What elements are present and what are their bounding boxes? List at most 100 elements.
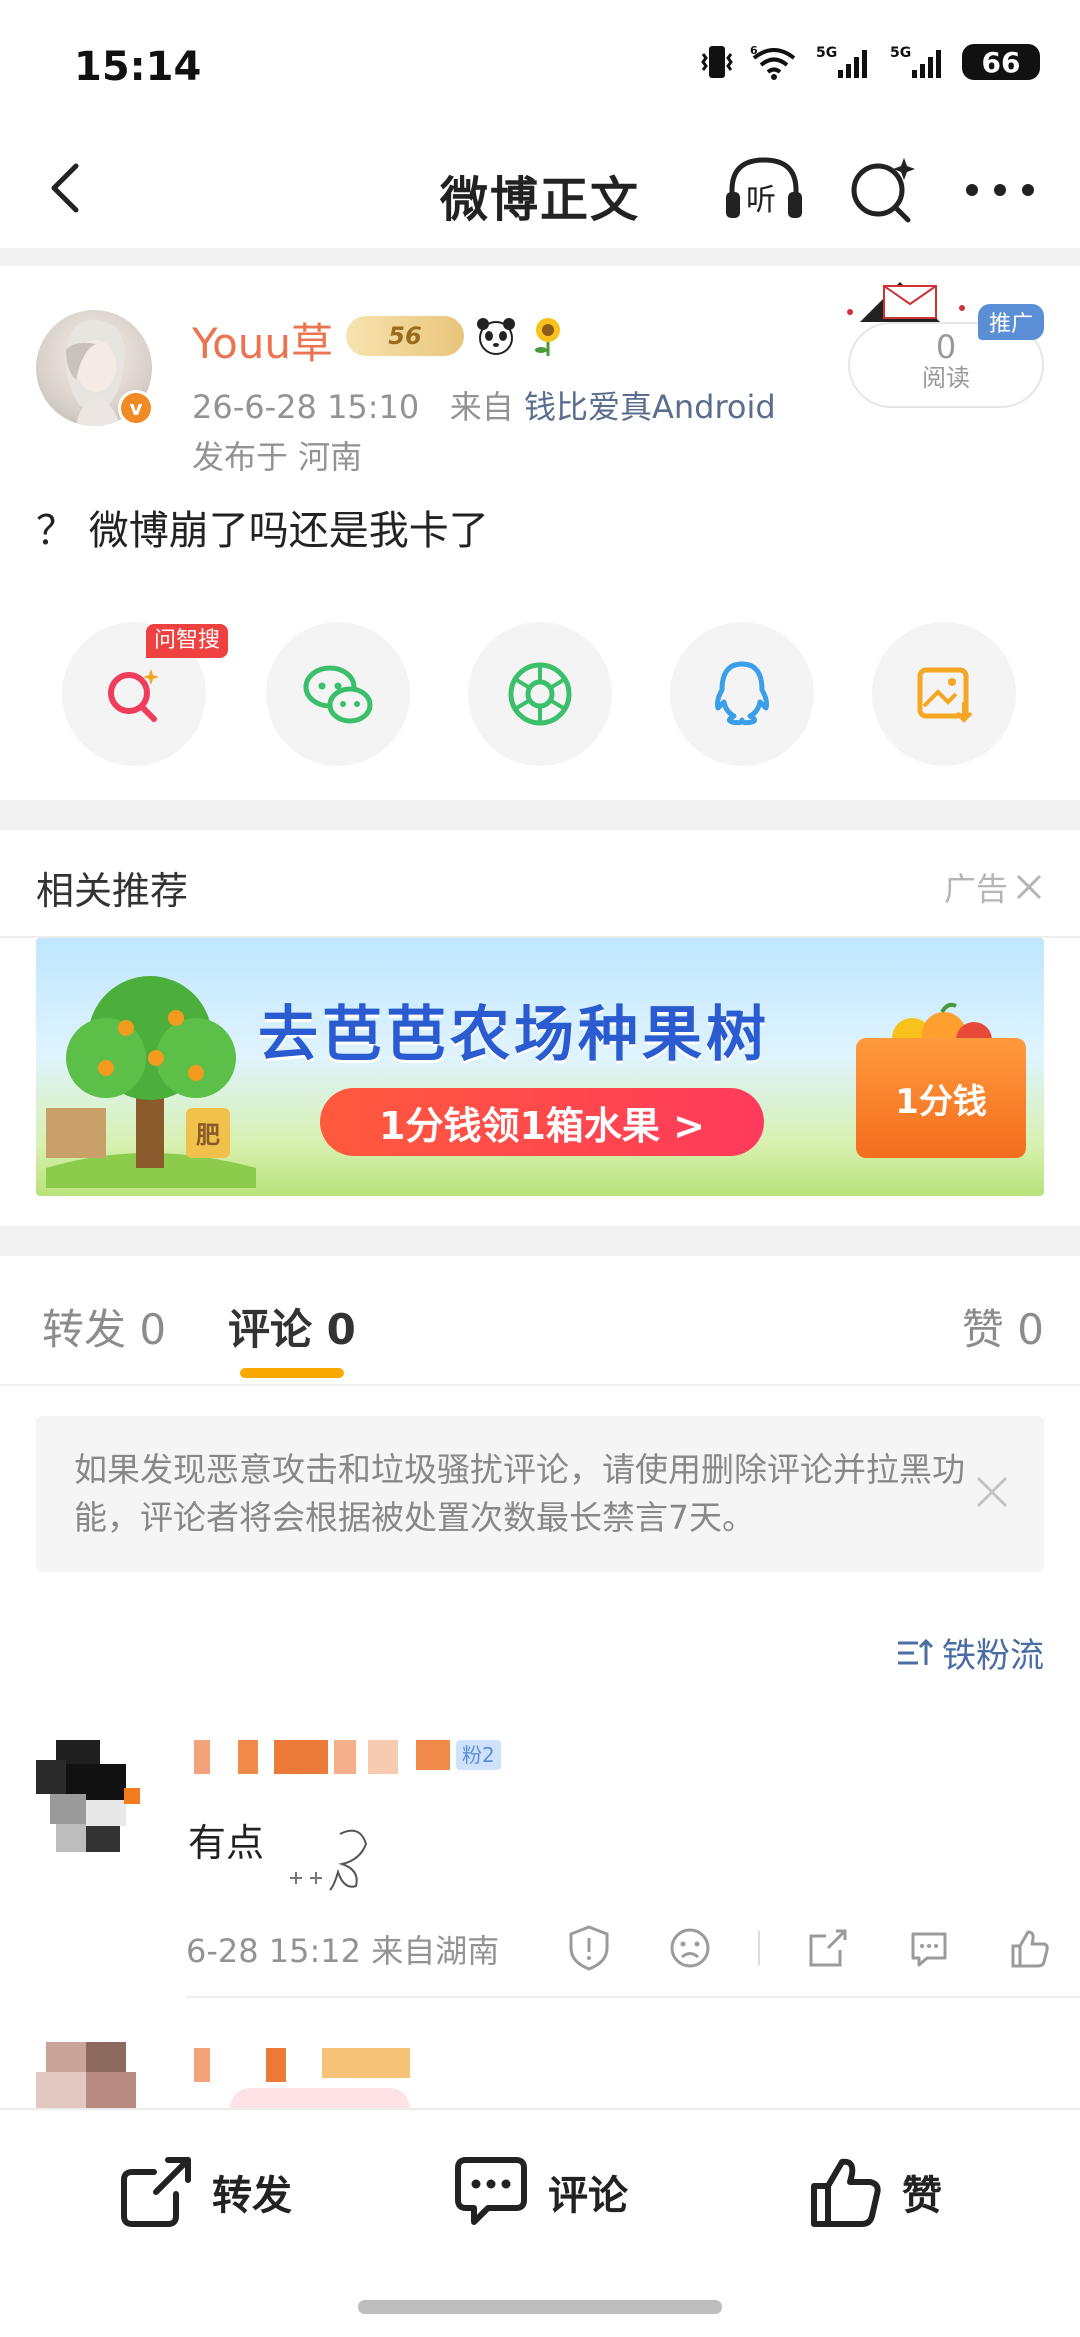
notice-text: 如果发现恶意攻击和垃圾骚扰评论，请使用删除评论并拉黑功能，评论者将会根据被处置次… <box>74 1450 965 1537</box>
frown-icon <box>670 1928 710 1968</box>
wifi-sup-text: 6 <box>750 44 758 57</box>
share-qq-button[interactable] <box>670 622 814 766</box>
status-icons: 6 5G 5G 66 <box>700 44 1040 80</box>
page-title: 微博正文 <box>439 172 640 228</box>
repost-label: 转发 <box>212 2173 292 2219</box>
comment-actions <box>556 1920 1080 1976</box>
like-button[interactable]: 赞 <box>808 2154 942 2230</box>
banner-title: 去芭芭农场种果树 <box>258 1000 770 1070</box>
shield-icon <box>569 1925 609 1971</box>
level-badge[interactable]: 56 <box>346 316 464 356</box>
share-icon <box>809 1929 847 1967</box>
read-label: 阅读 <box>922 364 970 392</box>
comment-meta: 6-28 15:12 来自湖南 <box>186 1932 500 1970</box>
banner-box: 1分钱 <box>856 1038 1026 1158</box>
nav-bar: 微博正文 听 <box>0 130 1080 248</box>
reply-button[interactable] <box>896 1920 962 1976</box>
butterfly-icon <box>290 1829 368 1891</box>
divider <box>186 1996 1080 1998</box>
comment-notice: 如果发现恶意攻击和垃圾骚扰评论，请使用删除评论并拉黑功能，评论者将会根据被处置次… <box>36 1416 1044 1572</box>
comment-icon <box>911 1932 947 1967</box>
listen-label: 听 <box>746 183 776 218</box>
comment-icon <box>455 2157 527 2225</box>
recommend-title: 相关推荐 <box>36 869 189 913</box>
tab-comment[interactable]: 评论 0 <box>228 1296 356 1357</box>
tab-underline <box>240 1368 344 1378</box>
thumbs-up-icon <box>1011 1930 1049 1968</box>
close-icon <box>1016 874 1042 900</box>
comment-item <box>0 2000 1080 2108</box>
ai-search-icon[interactable] <box>846 152 918 226</box>
verified-badge: v <box>118 390 154 426</box>
sunflower-icon <box>535 318 560 356</box>
net1-label: 5G <box>816 45 837 61</box>
tab-like[interactable]: 赞 0 <box>962 1296 1044 1357</box>
moments-icon <box>508 662 572 726</box>
battery-indicator: 66 <box>962 44 1040 80</box>
qq-icon <box>715 661 769 726</box>
sort-icon <box>898 1638 934 1665</box>
tree-icon: 肥 <box>46 976 256 1188</box>
tab-repost[interactable]: 转发 0 <box>42 1296 166 1357</box>
comment-item: 粉2 有点 6-28 15:12 来自湖南 <box>0 1720 1080 2000</box>
bottom-action-bar: 转发 评论 赞 <box>0 2108 1080 2337</box>
signal-icon: 5G <box>816 45 867 78</box>
divider <box>758 1931 760 1965</box>
status-time: 15:14 <box>74 44 202 90</box>
post-meta: 26-6-28 15:10 来自 钱比爱真Android <box>192 382 776 428</box>
dislike-button[interactable] <box>657 1920 723 1976</box>
signal-icon-2: 5G <box>890 45 941 78</box>
comment-bubble <box>230 2088 410 2108</box>
more-icon[interactable] <box>960 160 1040 220</box>
thumbs-up-icon <box>811 2158 881 2227</box>
comment-text: 有点 <box>188 1821 265 1865</box>
post-text: ？ 微博崩了吗还是我卡了 <box>36 508 489 554</box>
user-badges: 56 <box>346 314 568 358</box>
panda-icon <box>477 318 515 355</box>
decoration-icon <box>847 282 965 322</box>
post-date: 26-6-28 15:10 <box>192 388 420 426</box>
comment-share-button[interactable] <box>795 1920 861 1976</box>
sort-label: 铁粉流 <box>942 1636 1044 1676</box>
like-label: 赞 <box>902 2173 942 2219</box>
username[interactable]: Youu草 <box>192 310 333 371</box>
ad-label: 广告 <box>943 870 1008 908</box>
status-bar: 15:14 6 5G 5G 66 <box>0 0 1080 130</box>
ad-banner[interactable]: 肥 去芭芭农场种果树 1分钱领1箱水果 > 1分钱 <box>36 938 1044 1196</box>
vibrate-icon <box>701 46 733 78</box>
net2-label: 5G <box>890 45 911 61</box>
wifi-icon: 6 <box>750 44 796 80</box>
recommend-section: 相关推荐 广告 肥 去芭芭农场种果树 1分钱领1箱水果 > 1分钱 <box>0 830 1080 1226</box>
tab-bar: 转发 0 评论 0 赞 0 <box>0 1256 1080 1386</box>
promote-tag[interactable]: 推广 <box>978 304 1044 340</box>
fertilizer-label: 肥 <box>196 1121 220 1149</box>
repost-button[interactable]: 转发 <box>118 2154 292 2230</box>
avatar[interactable] <box>36 2042 148 2108</box>
ai-search-icon <box>108 669 159 722</box>
banner-cta-button[interactable]: 1分钱领1箱水果 > <box>320 1088 764 1156</box>
post-location: 发布于 河南 <box>192 438 363 476</box>
wechat-icon <box>303 665 373 724</box>
save-image-icon <box>917 667 973 723</box>
post-source[interactable]: 钱比爱真Android <box>524 388 776 426</box>
save-image-button[interactable] <box>872 622 1016 766</box>
source-prefix: 来自 <box>449 388 514 426</box>
ad-close-button[interactable]: 广告 <box>944 864 1044 910</box>
comment-username[interactable] <box>194 2048 410 2084</box>
share-icon <box>121 2157 191 2227</box>
section-gap <box>0 248 1080 266</box>
comment-button[interactable]: 评论 <box>452 2154 628 2230</box>
listen-icon[interactable]: 听 <box>722 152 806 226</box>
share-moments-button[interactable] <box>468 622 612 766</box>
comment-username[interactable]: 粉2 <box>194 1740 501 1776</box>
home-indicator[interactable] <box>358 2300 722 2314</box>
share-wechat-button[interactable] <box>266 622 410 766</box>
section-gap <box>0 800 1080 830</box>
fan-badge: 粉2 <box>456 1740 501 1770</box>
sort-button[interactable]: 铁粉流 <box>896 1628 1044 1677</box>
close-icon[interactable] <box>972 1472 1012 1512</box>
report-button[interactable] <box>556 1920 622 1976</box>
comment-label: 评论 <box>548 2173 628 2219</box>
avatar[interactable] <box>36 1740 148 1852</box>
like-button[interactable] <box>997 1920 1063 1976</box>
